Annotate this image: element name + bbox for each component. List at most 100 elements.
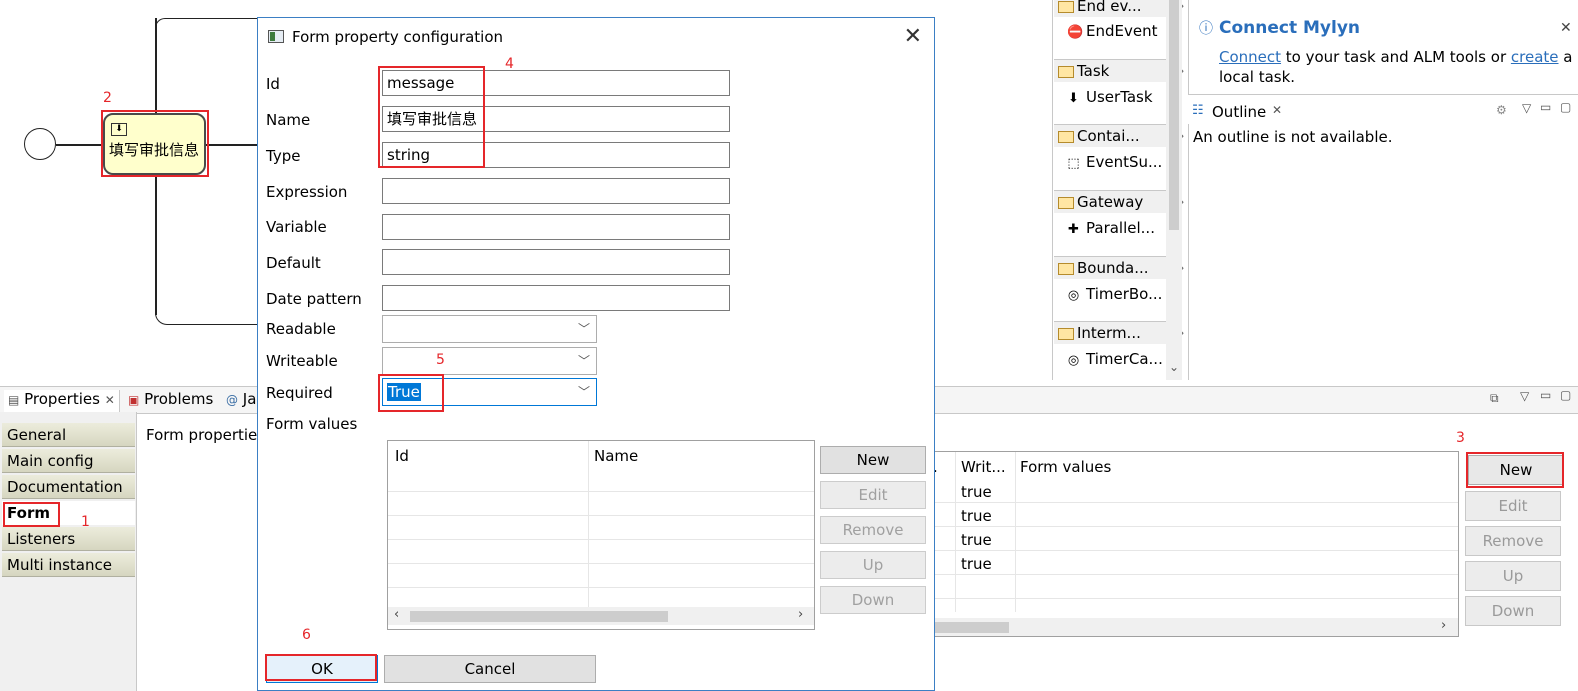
table-row[interactable]: true [961, 483, 992, 501]
column-header-writeable[interactable]: Writ... [961, 458, 1006, 476]
palette-drawer-intermediate[interactable]: Interm...⇔ [1054, 321, 1184, 344]
chevron-down-icon[interactable]: ⌄ [1169, 360, 1179, 374]
folder-icon [1058, 262, 1074, 275]
id-field[interactable]: message [382, 70, 730, 96]
palette-item-parallel-gateway[interactable]: ✚ Parallel... [1067, 219, 1155, 237]
type-field[interactable]: string [382, 142, 730, 168]
close-icon[interactable]: ✕ [1272, 103, 1282, 117]
palette-item-usertask[interactable]: ⬇ UserTask [1067, 88, 1153, 106]
palette-drawer-boundary[interactable]: Bounda...⇔ [1054, 256, 1184, 279]
outline-message: An outline is not available. [1193, 128, 1393, 146]
ok-button[interactable]: OK [266, 655, 378, 683]
mylyn-text-2: local task. [1219, 68, 1296, 86]
column-header-name[interactable]: Name [594, 447, 638, 465]
column-header-form-values[interactable]: Form values [1020, 458, 1111, 476]
sequence-flow [155, 18, 157, 113]
palette-scrollbar[interactable]: ⌄ [1166, 0, 1182, 380]
expression-label: Expression [266, 183, 348, 201]
maximize-icon[interactable]: ▢ [1560, 100, 1571, 114]
row-divider [931, 550, 1458, 551]
side-tab-multi-instance[interactable]: Multi instance [2, 553, 135, 577]
palette-drawer-gateway[interactable]: Gateway⇔ [1054, 190, 1184, 213]
readable-select[interactable]: ﹀ [382, 315, 597, 343]
folder-icon [1058, 130, 1074, 143]
name-field[interactable]: 填写审批信息 [382, 106, 730, 132]
row-divider [931, 502, 1458, 503]
sequence-flow [206, 144, 258, 146]
form-values-table[interactable]: Id Name ‹ › [387, 440, 815, 630]
form-properties-table[interactable]: . Writ... Form values true true true tru… [930, 451, 1459, 637]
scrollbar-thumb[interactable] [410, 611, 668, 622]
values-up-button[interactable]: Up [820, 551, 926, 579]
values-remove-button[interactable]: Remove [820, 516, 926, 544]
close-icon[interactable]: ✕ [105, 393, 115, 407]
side-tab-main-config[interactable]: Main config [2, 449, 135, 473]
maximize-icon[interactable]: ▢ [1560, 388, 1571, 402]
cancel-button[interactable]: Cancel [384, 655, 596, 683]
variable-field[interactable] [382, 214, 730, 240]
writeable-select[interactable]: ﹀ [382, 347, 597, 375]
close-icon[interactable]: ✕ [904, 24, 922, 49]
view-menu-icon[interactable]: ▽ [1522, 101, 1531, 115]
chevron-right-icon[interactable]: › [1441, 618, 1446, 633]
values-new-button[interactable]: New [820, 446, 926, 474]
up-button[interactable]: Up [1465, 561, 1561, 591]
expression-field[interactable] [382, 178, 730, 204]
connect-link[interactable]: Connect [1219, 48, 1281, 66]
date-pattern-field[interactable] [382, 285, 730, 311]
default-field[interactable] [382, 249, 730, 275]
palette-drawer-end-events[interactable]: End ev...⇔ [1054, 0, 1184, 17]
side-tab-form[interactable]: Form [2, 501, 135, 525]
down-button[interactable]: Down [1465, 596, 1561, 626]
scrollbar-thumb[interactable] [931, 622, 1009, 633]
required-label: Required [266, 384, 333, 402]
create-link[interactable]: create [1511, 48, 1559, 66]
palette-item-timer-catch[interactable]: ◎ TimerCa... [1067, 350, 1163, 368]
horizontal-scrollbar[interactable]: › [931, 618, 1458, 636]
edit-button[interactable]: Edit [1465, 491, 1561, 521]
name-label: Name [266, 111, 311, 129]
scrollbar-thumb[interactable] [1169, 0, 1179, 230]
tab-outline[interactable]: Outline [1212, 103, 1266, 121]
form-properties-title: Form propertie [146, 426, 258, 444]
chevron-right-icon[interactable]: › [798, 607, 803, 622]
side-tab-general[interactable]: General [2, 423, 135, 447]
view-menu-icon[interactable]: ▽ [1520, 389, 1529, 403]
tab-problems[interactable]: ▣ Problems [128, 390, 213, 408]
sequence-flow [155, 313, 258, 325]
required-select[interactable]: True ﹀ [382, 378, 597, 406]
column-header-id[interactable]: Id [395, 447, 409, 465]
side-tab-documentation[interactable]: Documentation [2, 475, 135, 499]
minimize-icon[interactable]: ▭ [1540, 388, 1551, 402]
table-row[interactable]: true [961, 531, 992, 549]
timer-icon: ◎ [1067, 353, 1080, 368]
table-row[interactable]: true [961, 555, 992, 573]
palette-item-endevent[interactable]: ⛔ EndEvent [1067, 22, 1157, 40]
chevron-left-icon[interactable]: ‹ [394, 607, 399, 622]
close-icon[interactable]: ✕ [1560, 20, 1572, 36]
palette-item-timer-boundary[interactable]: ◎ TimerBo... [1067, 285, 1163, 303]
tab-javadoc[interactable]: @ Ja [226, 390, 256, 408]
user-task[interactable]: ⬇ 填写审批信息 [103, 113, 206, 175]
annotation-number-5: 5 [436, 352, 445, 368]
toolbar-icon[interactable]: ⚙ [1496, 103, 1507, 117]
horizontal-scrollbar[interactable]: ‹ › [388, 607, 814, 625]
palette-item-eventsubprocess[interactable]: ⬚ EventSu... [1067, 153, 1162, 171]
mylyn-text: Connect to your task and ALM tools or cr… [1219, 48, 1573, 66]
values-edit-button[interactable]: Edit [820, 481, 926, 509]
table-row[interactable]: true [961, 507, 992, 525]
values-down-button[interactable]: Down [820, 586, 926, 614]
tab-properties[interactable]: ▤ Properties ✕ [4, 390, 120, 412]
palette-drawer-task[interactable]: Task⇔ [1054, 59, 1184, 82]
palette-drawer-container[interactable]: Contai...⇔ [1054, 124, 1184, 147]
sequence-flow [56, 144, 103, 146]
side-tab-listeners[interactable]: Listeners [2, 527, 135, 551]
pin-view-icon[interactable]: ⧉ [1490, 391, 1499, 406]
default-label: Default [266, 254, 321, 272]
new-button[interactable]: New [1468, 455, 1564, 485]
sequence-flow [155, 175, 157, 315]
minimize-icon[interactable]: ▭ [1540, 100, 1551, 114]
variable-label: Variable [266, 218, 327, 236]
start-event[interactable] [24, 128, 56, 160]
remove-button[interactable]: Remove [1465, 526, 1561, 556]
